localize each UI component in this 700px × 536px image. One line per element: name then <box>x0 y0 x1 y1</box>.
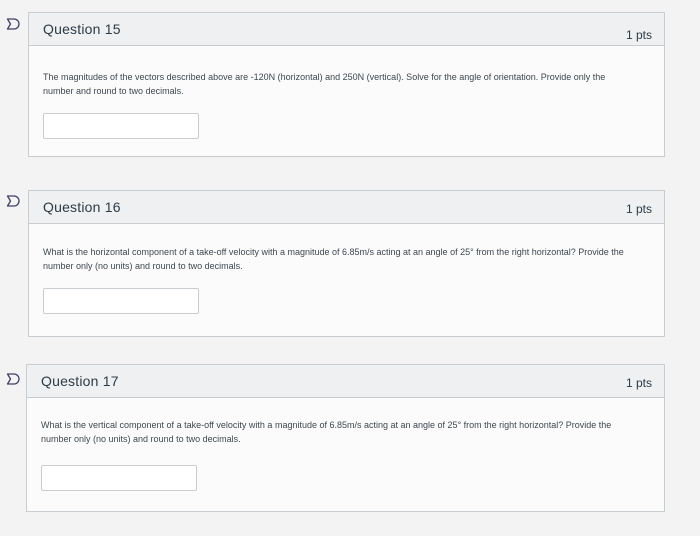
question-text: The magnitudes of the vectors described … <box>43 72 606 96</box>
question-header: Question 15 1 pts <box>29 13 664 46</box>
question-title: Question 16 <box>43 199 121 215</box>
question-title: Question 17 <box>41 373 119 389</box>
question-title: Question 15 <box>43 21 121 37</box>
question-text: What is the horizontal component of a ta… <box>43 247 624 271</box>
flag-question-icon[interactable] <box>6 372 20 386</box>
question-points: 1 pts <box>625 28 652 42</box>
answer-input[interactable] <box>43 288 199 314</box>
question-points: 1 pts <box>625 202 652 216</box>
question-card: Question 17 1 pts What is the vertical c… <box>26 364 665 512</box>
answer-input[interactable] <box>41 465 197 491</box>
answer-input[interactable] <box>43 113 199 139</box>
flag-question-icon[interactable] <box>6 194 20 208</box>
question-text: What is the vertical component of a take… <box>41 420 612 444</box>
flag-question-icon[interactable] <box>6 17 20 31</box>
question-points: 1 pts <box>625 376 652 390</box>
question-card: Question 15 1 pts The magnitudes of the … <box>28 12 665 157</box>
question-header: Question 16 1 pts <box>29 191 664 224</box>
question-card: Question 16 1 pts What is the horizontal… <box>28 190 665 337</box>
question-header: Question 17 1 pts <box>27 365 664 398</box>
